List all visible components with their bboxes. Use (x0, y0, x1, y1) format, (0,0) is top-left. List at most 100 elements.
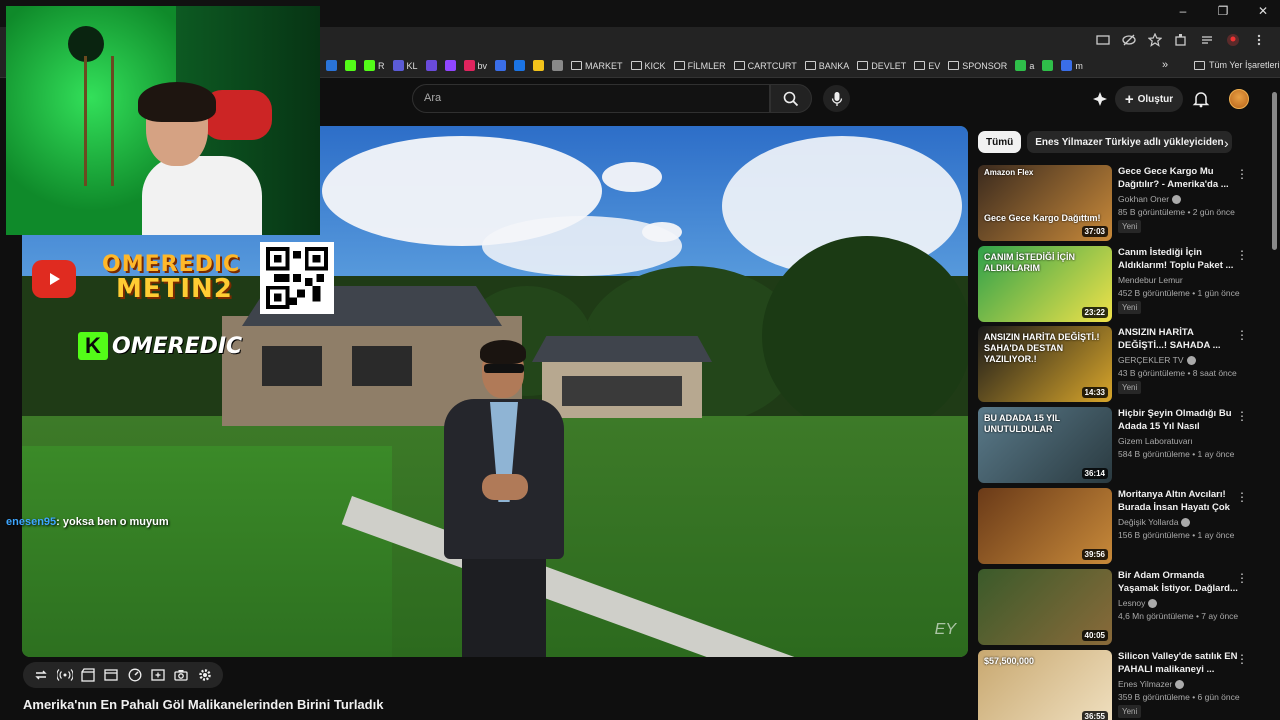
bookmark-item[interactable] (495, 60, 507, 71)
recommendation-title[interactable]: Moritanya Altın Avcıları! Burada İnsan H… (1118, 488, 1238, 515)
settings-gear-icon[interactable] (197, 667, 213, 684)
scene-icon[interactable] (103, 667, 119, 684)
bookmark-item[interactable] (552, 60, 564, 71)
chat-text: : yoksa ben o muyum (56, 516, 169, 528)
notifications-bell-icon[interactable] (1192, 90, 1210, 108)
recommendation-title[interactable]: Bir Adam Ormanda Yaşamak İstiyor. Dağlar… (1118, 569, 1238, 596)
bookmark-item[interactable] (326, 60, 337, 71)
bookmark-item[interactable]: KL (392, 60, 418, 71)
broadcast-icon[interactable] (56, 667, 73, 684)
recommendation-title[interactable]: Canım İstediği İçin Aldıklarım! Toplu Pa… (1118, 246, 1238, 273)
recommendation-title[interactable]: Silicon Valley'de satılık EN PAHALI mali… (1118, 650, 1238, 677)
channel-row[interactable]: Lesnoy (1118, 598, 1158, 608)
bookmark-folder[interactable]: KICK (630, 60, 666, 71)
folder-label: KICK (644, 60, 666, 71)
video-thumbnail[interactable]: 40:05 (978, 569, 1112, 645)
thumbnail-caption: Gece Gece Kargo Dağıttım! (984, 213, 1101, 223)
video-thumbnail[interactable]: $57,500,000 36:55 (978, 650, 1112, 720)
bookmarks-overflow-button[interactable]: » (1162, 59, 1168, 71)
chevron-right-icon[interactable]: › (1224, 135, 1229, 151)
bookmark-favicon-icon (463, 60, 475, 71)
bookmark-item[interactable] (533, 60, 545, 71)
folder-icon (630, 61, 642, 70)
menu-dots-icon[interactable] (1252, 33, 1266, 47)
channel-watermark: EY (934, 621, 956, 638)
recommendation-card[interactable]: CANIM İSTEDİĞİ İÇİN ALDIKLARIM 23:22 Canım… (978, 246, 1268, 322)
all-bookmarks-button[interactable]: Tüm Yer İşaretleri (1194, 60, 1280, 70)
recommendation-card[interactable]: ANSIZIN HARİTA DEĞİŞTİ.! SAHA'DA DESTAN … (978, 326, 1268, 402)
recommendation-title[interactable]: Gece Gece Kargo Mu Dağıtılır? - Amerika'… (1118, 165, 1238, 192)
bookmark-item[interactable]: bv (463, 60, 487, 71)
star-icon[interactable] (1148, 33, 1162, 47)
channel-row[interactable]: Gizem Laboratuvarı (1118, 436, 1193, 446)
video-thumbnail[interactable]: BU ADADA 15 YIL UNUTULDULAR 36:14 (978, 407, 1112, 483)
kick-channel-logo: K OMEREDIC (78, 332, 242, 360)
search-input[interactable]: Ara (412, 84, 770, 113)
restore-button[interactable]: ❐ (1214, 4, 1232, 18)
recommendation-card[interactable]: 39:56 Moritanya Altın Avcıları! Burada İn… (978, 488, 1268, 564)
channel-row[interactable]: Mendebur Lemur (1118, 275, 1183, 285)
video-thumbnail[interactable]: ANSIZIN HARİTA DEĞİŞTİ.! SAHA'DA DESTAN … (978, 326, 1112, 402)
channel-row[interactable]: GERÇEKLER TV (1118, 355, 1196, 365)
bookmark-item[interactable]: m (1061, 60, 1083, 71)
recommendation-card[interactable]: 40:05 Bir Adam Ormanda Yaşamak İstiyor. D… (978, 569, 1268, 645)
eye-off-icon[interactable] (1122, 33, 1136, 47)
bookmark-item[interactable] (425, 60, 437, 71)
recommendation-title[interactable]: Hiçbir Şeyin Olmadığı Bu Adada 15 Yıl Na… (1118, 407, 1238, 434)
bookmark-item[interactable] (444, 60, 456, 71)
more-actions-icon[interactable]: ⋮ (1236, 328, 1248, 342)
media-controls-icon[interactable] (1200, 33, 1214, 47)
video-thumbnail[interactable]: Amazon Flex Gece Gece Kargo Dağıttım! 37:0… (978, 165, 1112, 241)
more-actions-icon[interactable]: ⋮ (1236, 167, 1248, 181)
more-actions-icon[interactable]: ⋮ (1236, 490, 1248, 504)
recommendation-card[interactable]: $57,500,000 36:55 Silicon Valley'de satılı… (978, 650, 1268, 720)
bookmark-item[interactable]: R (364, 60, 385, 71)
scrollbar[interactable] (1272, 92, 1277, 250)
repeat-icon[interactable] (33, 667, 49, 684)
bookmark-folder[interactable]: FİLMLER (673, 61, 726, 71)
search-button[interactable] (770, 84, 812, 113)
stream-control-bar (23, 662, 223, 688)
bookmark-item[interactable] (514, 60, 526, 71)
bookmark-item[interactable] (345, 60, 356, 71)
video-thumbnail[interactable]: CANIM İSTEDİĞİ İÇİN ALDIKLARIM 23:22 (978, 246, 1112, 322)
more-actions-icon[interactable]: ⋮ (1236, 409, 1248, 423)
more-actions-icon[interactable]: ⋮ (1236, 652, 1248, 666)
folder-icon (804, 61, 816, 70)
bookmark-folder[interactable]: MARKET (571, 61, 623, 71)
bookmark-item[interactable]: a (1015, 60, 1034, 71)
voice-search-button[interactable] (823, 85, 850, 112)
profile-icon[interactable] (1226, 33, 1240, 47)
bookmark-folder[interactable]: BANKA (804, 61, 849, 71)
create-button[interactable]: + Oluştur (1115, 86, 1183, 112)
chip-all[interactable]: Tümü (978, 131, 1022, 153)
extensions-icon[interactable] (1174, 33, 1188, 47)
bookmark-folder[interactable]: SPONSOR (948, 61, 1007, 71)
more-actions-icon[interactable]: ⋮ (1236, 571, 1248, 585)
cloud (602, 162, 662, 192)
recommendation-title[interactable]: ANSIZIN HARİTA DEĞİŞTİ...! SAHADA ... (1118, 326, 1238, 353)
close-button[interactable]: ✕ (1254, 4, 1272, 18)
recommendation-card[interactable]: BU ADADA 15 YIL UNUTULDULAR 36:14 Hiçbir Ş… (978, 407, 1268, 483)
install-app-icon[interactable] (1096, 33, 1110, 47)
sparkle-icon[interactable] (1092, 91, 1108, 107)
more-actions-icon[interactable]: ⋮ (1236, 248, 1248, 262)
minimize-button[interactable]: – (1174, 4, 1192, 18)
bookmark-folder[interactable]: CARTCURT (733, 61, 797, 71)
channel-row[interactable]: Enes Yilmazer (1118, 679, 1185, 689)
bookmark-folder[interactable]: DEVLET (857, 61, 906, 71)
channel-row[interactable]: Değişik Yollarda (1118, 517, 1191, 527)
channel-row[interactable]: Gokhan Oner (1118, 194, 1182, 204)
video-thumbnail[interactable]: 39:56 (978, 488, 1112, 564)
user-avatar[interactable] (1229, 89, 1249, 109)
camera-icon[interactable] (173, 667, 189, 684)
bookmark-favicon-icon (364, 60, 375, 71)
video-duration: 14:33 (1081, 387, 1108, 398)
add-media-icon[interactable] (150, 667, 166, 684)
speedometer-icon[interactable] (127, 667, 143, 684)
recommendation-card[interactable]: Amazon Flex Gece Gece Kargo Dağıttım! 37:0… (978, 165, 1268, 241)
bookmark-item[interactable] (1042, 60, 1054, 71)
chip-uploader[interactable]: Enes Yilmazer Türkiye adlı yükleyiciden (1027, 131, 1232, 153)
clapper-icon[interactable] (80, 667, 96, 684)
bookmark-folder[interactable]: EV (914, 61, 940, 71)
